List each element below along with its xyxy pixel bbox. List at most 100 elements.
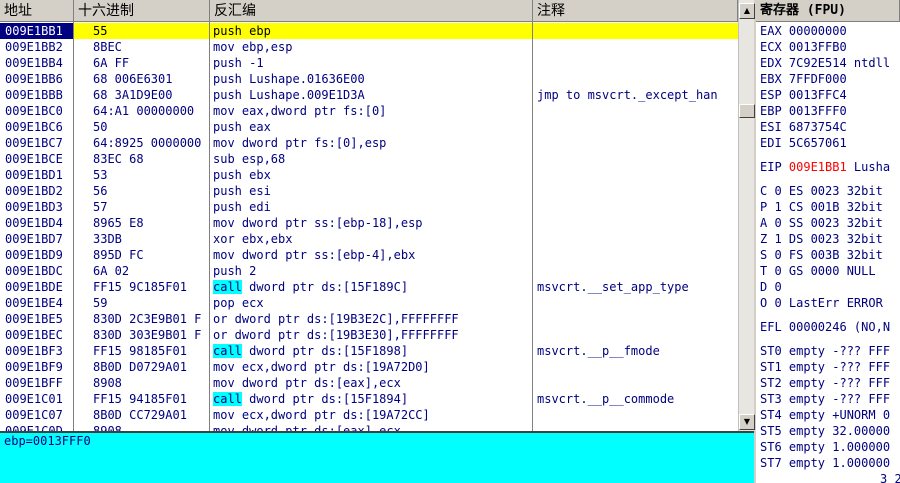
disasm-row[interactable]: 009E1BD9 895D FC mov dword ptr ss:[ebp-4],… [0, 247, 738, 263]
register-line[interactable]: EFL 00000246 (NO,N [760, 319, 890, 335]
row-comment [533, 247, 738, 263]
register-line[interactable]: C 0 ES 0023 32bit [760, 183, 883, 199]
row-address: 009E1BB6 [5, 72, 63, 86]
header-hex[interactable]: 十六进制 [74, 0, 210, 22]
register-line[interactable]: A 0 SS 0023 32bit [760, 215, 883, 231]
register-line[interactable]: D 0 [760, 279, 782, 295]
register-line[interactable]: P 1 CS 001B 32bit [760, 199, 883, 215]
disasm-row[interactable]: 009E1C0D 8908 mov dword ptr ds:[eax],ecx [0, 423, 738, 431]
register-line[interactable]: ST1 empty -??? FFF [760, 359, 890, 375]
disassembly-pane[interactable]: 009E1BB1 55 push ebp 009E1BB2 8BEC mov ebp,es… [0, 22, 738, 431]
row-comment [533, 23, 738, 39]
row-comment [533, 231, 738, 247]
disasm-row[interactable]: 009E1BCE 83EC 68 sub esp,68 [0, 151, 738, 167]
disasm-row[interactable]: 009E1BD7 33DB xor ebx,ebx [0, 231, 738, 247]
register-line[interactable]: Z 1 DS 0023 32bit [760, 231, 883, 247]
disasm-row[interactable]: 009E1C07 8B0D CC729A01 mov ecx,dword ptr d… [0, 407, 738, 423]
register-line[interactable]: EBP 0013FFF0 [760, 103, 847, 119]
row-hex: 8908 [93, 376, 122, 390]
disasm-row[interactable]: 009E1BD4 8965 E8 mov dword ptr ss:[ebp-18]… [0, 215, 738, 231]
disasm-row[interactable]: 009E1BBB 68 3A1D9E00 push Lushape.009E1D3A… [0, 87, 738, 103]
disasm-row[interactable]: 009E1BF9 8B0D D0729A01 mov ecx,dword ptr d… [0, 359, 738, 375]
disasm-row[interactable]: 009E1BEC 830D 303E9B01 F or dword ptr ds:[… [0, 327, 738, 343]
call-keyword: call [213, 280, 242, 294]
register-line[interactable]: ST2 empty -??? FFF [760, 375, 890, 391]
register-line[interactable]: S 0 FS 003B 32bit [760, 247, 883, 263]
row-address: 009E1BBB [5, 88, 63, 102]
row-hex: 64:A1 00000000 [93, 104, 195, 118]
register-line[interactable]: EDI 5C657061 [760, 135, 847, 151]
row-comment: jmp to msvcrt._except_han [537, 88, 718, 102]
register-line[interactable]: ST5 empty 32.00000 [760, 423, 890, 439]
header-disassembly[interactable]: 反汇编 [210, 0, 533, 22]
row-address: 009E1BD1 [5, 168, 63, 182]
row-comment [533, 359, 738, 375]
register-line[interactable]: EIP 009E1BB1 Lusha [760, 159, 890, 175]
disasm-row[interactable]: 009E1BB4 6A FF push -1 [0, 55, 738, 71]
row-address: 009E1BDC [5, 264, 63, 278]
register-line[interactable]: ST3 empty -??? FFF [760, 391, 890, 407]
row-hex: 8B0D CC729A01 [93, 408, 187, 422]
scroll-up-arrow-icon[interactable]: ▲ [739, 3, 755, 19]
disasm-row[interactable]: 009E1BD1 53 push ebx [0, 167, 738, 183]
disasm-row[interactable]: 009E1BB1 55 push ebp [0, 23, 738, 39]
disasm-row[interactable]: 009E1BC0 64:A1 00000000 mov eax,dword ptr … [0, 103, 738, 119]
disasm-row[interactable]: 009E1BE5 830D 2C3E9B01 F or dword ptr ds:[… [0, 311, 738, 327]
register-line[interactable]: EBX 7FFDF000 [760, 71, 847, 87]
scroll-down-arrow-icon[interactable]: ▼ [739, 414, 755, 430]
disasm-row[interactable]: 009E1BC7 64:8925 0000000 mov dword ptr fs:… [0, 135, 738, 151]
register-line[interactable]: EDX 7C92E514 ntdll [760, 55, 890, 71]
register-line[interactable]: ST6 empty 1.000000 [760, 439, 890, 455]
row-hex: 830D 2C3E9B01 F [93, 312, 202, 326]
disasm-row[interactable]: 009E1C01 FF15 94185F01 call dword ptr ds:[… [0, 391, 738, 407]
register-line[interactable]: 3 2 [880, 471, 900, 483]
disasm-row[interactable]: 009E1BD3 57 push edi [0, 199, 738, 215]
row-comment [533, 375, 738, 391]
header-address[interactable]: 地址 [0, 0, 74, 22]
row-address: 009E1BD2 [5, 184, 63, 198]
row-address: 009E1BCE [5, 152, 63, 166]
row-disasm: mov dword ptr fs:[0],esp [213, 136, 387, 150]
register-line[interactable]: EAX 00000000 [760, 23, 847, 39]
disasm-row[interactable]: 009E1BB2 8BEC mov ebp,esp [0, 39, 738, 55]
row-hex: 59 [93, 296, 108, 310]
info-pane[interactable]: ebp=0013FFF0 [0, 431, 754, 483]
row-address: 009E1BB1 [0, 23, 73, 39]
disasm-row[interactable]: 009E1BFF 8908 mov dword ptr ds:[eax],ecx [0, 375, 738, 391]
disasm-row[interactable]: 009E1BDE FF15 9C185F01 call dword ptr ds:[… [0, 279, 738, 295]
register-line[interactable]: ST7 empty 1.000000 [760, 455, 890, 471]
row-disasm: push 2 [213, 264, 257, 278]
disasm-row[interactable]: 009E1BD2 56 push esi [0, 183, 738, 199]
row-comment [533, 263, 738, 279]
row-disasm: mov ecx,dword ptr ds:[19A72CC] [213, 408, 430, 422]
row-disasm: pop ecx [213, 296, 264, 310]
row-comment [533, 39, 738, 55]
register-line[interactable]: O 0 LastErr ERROR [760, 295, 883, 311]
register-line[interactable]: ECX 0013FFB0 [760, 39, 847, 55]
disasm-row[interactable]: 009E1BF3 FF15 98185F01 call dword ptr ds:[… [0, 343, 738, 359]
row-hex: 56 [93, 184, 108, 198]
register-line[interactable]: ST4 empty +UNORM 0 [760, 407, 890, 423]
disasm-row[interactable]: 009E1BB6 68 006E6301 push Lushape.01636E00 [0, 71, 738, 87]
disasm-row[interactable]: 009E1BE4 59 pop ecx [0, 295, 738, 311]
row-disasm: push eax [213, 120, 271, 134]
disasm-row[interactable]: 009E1BC6 50 push eax [0, 119, 738, 135]
registers-pane[interactable]: EAX 00000000 ECX 0013FFB0 EDX 7C92E514 ntd… [756, 22, 900, 483]
row-address: 009E1BEC [5, 328, 63, 342]
row-comment [533, 167, 738, 183]
row-comment [533, 183, 738, 199]
disassembly-scrollbar[interactable]: ▲ ▼ [738, 0, 755, 431]
header-comment[interactable]: 注释 [533, 0, 738, 22]
row-disasm: mov dword ptr ds:[eax],ecx [213, 376, 401, 390]
row-disasm: call dword ptr ds:[15F189C] [210, 279, 532, 295]
header-registers[interactable]: 寄存器 (FPU) [756, 0, 900, 22]
register-line[interactable]: T 0 GS 0000 NULL [760, 263, 876, 279]
row-disasm: push Lushape.009E1D3A [213, 88, 365, 102]
register-line[interactable]: ST0 empty -??? FFF [760, 343, 890, 359]
register-line[interactable]: ESP 0013FFC4 [760, 87, 847, 103]
register-line[interactable]: ESI 6873754C [760, 119, 847, 135]
row-hex: 6A 02 [93, 264, 130, 278]
row-disasm: push ebp [210, 23, 532, 39]
scroll-thumb[interactable] [739, 104, 755, 118]
disasm-row[interactable]: 009E1BDC 6A 02 push 2 [0, 263, 738, 279]
